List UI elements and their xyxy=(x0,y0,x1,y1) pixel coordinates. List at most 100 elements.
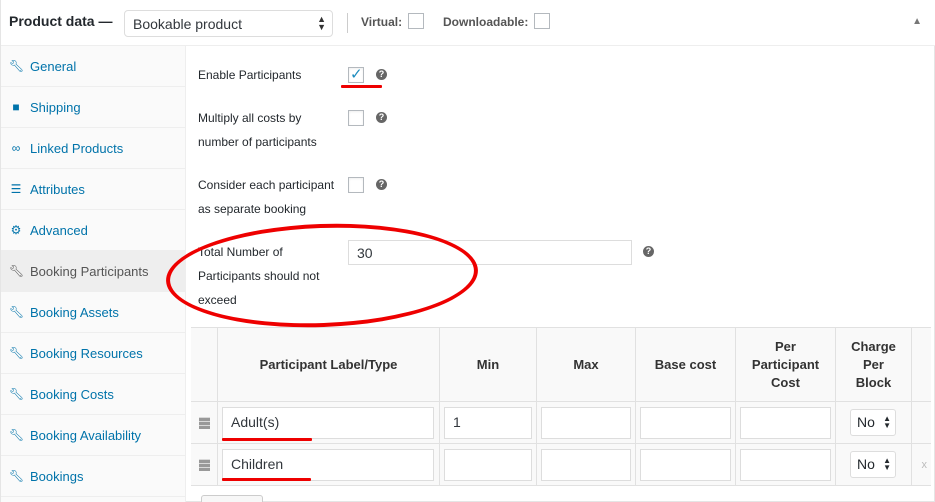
wrench-icon: 🔧︎ xyxy=(9,346,25,360)
header-per-participant-cost: Per Participant Cost xyxy=(736,338,835,392)
help-icon[interactable]: ? xyxy=(643,246,654,257)
tab-label: Booking Availability xyxy=(30,428,142,443)
min-cell: 1 xyxy=(439,402,536,443)
remove-cell xyxy=(911,402,931,443)
tab-label: Booking Participants xyxy=(30,264,149,279)
wrench-icon: 🔧︎ xyxy=(9,469,25,483)
remove-row-icon[interactable]: x xyxy=(922,459,928,471)
select-arrows-icon: ▲ ▼ xyxy=(883,456,891,472)
enable-participants-checkbox[interactable] xyxy=(348,65,364,83)
wrench-icon: 🔧︎ xyxy=(9,305,25,319)
wrench-icon: 🔧︎ xyxy=(9,59,25,73)
drag-handle-icon[interactable]: ▬ ▬ ▬ xyxy=(199,413,210,432)
max-input[interactable] xyxy=(541,449,631,481)
header-charge-per-block: Charge Per Block xyxy=(836,338,911,392)
base-cost-cell xyxy=(635,402,735,443)
tab-shipping[interactable]: ■ Shipping xyxy=(1,87,186,128)
tab-bookings[interactable]: 🔧︎ Bookings xyxy=(1,456,186,497)
tab-booking-participants[interactable]: 🔧︎ Booking Participants xyxy=(1,251,186,292)
min-input[interactable] xyxy=(444,449,532,481)
header-cell: Base cost xyxy=(635,328,735,401)
header-cell xyxy=(911,328,931,401)
virtual-checkbox[interactable] xyxy=(408,13,424,29)
product-data-panel: Product data — Bookable product ▲ ▼ Virtu… xyxy=(0,0,935,502)
drag-handle-icon[interactable]: ▬ ▬ ▬ xyxy=(199,455,210,474)
charge-value: No xyxy=(857,456,875,472)
per-participant-cost-input[interactable] xyxy=(740,407,831,439)
per-cost-cell xyxy=(735,444,835,485)
header-base-cost: Base cost xyxy=(654,356,717,372)
product-type-value: Bookable product xyxy=(133,16,242,32)
select-arrows-icon: ▲ ▼ xyxy=(883,414,891,430)
header-max: Max xyxy=(573,356,599,372)
header-cell: Per Participant Cost xyxy=(735,328,835,401)
per-participant-cost-input[interactable] xyxy=(740,449,831,481)
tab-booking-resources[interactable]: 🔧︎ Booking Resources xyxy=(1,333,186,374)
max-cell xyxy=(536,402,635,443)
link-icon: ∞ xyxy=(11,141,21,155)
participant-label-input[interactable]: Adult(s) xyxy=(222,407,434,439)
help-icon[interactable]: ? xyxy=(376,112,387,123)
tab-label: Booking Assets xyxy=(30,305,119,320)
max-input[interactable] xyxy=(541,407,631,439)
tab-booking-availability[interactable]: 🔧︎ Booking Availability xyxy=(1,415,186,456)
header-cell: Min xyxy=(439,328,536,401)
annotation-underline xyxy=(222,478,311,481)
product-data-header: Product data — Bookable product ▲ ▼ Virtu… xyxy=(1,0,935,46)
tab-label: General xyxy=(30,59,77,74)
max-cell xyxy=(536,444,635,485)
wrench-icon: 🔧︎ xyxy=(9,428,25,442)
downloadable-label: Downloadable: xyxy=(443,15,529,29)
add-participant-button[interactable] xyxy=(201,495,263,502)
multiply-costs-label-line2: number of participants xyxy=(198,135,317,149)
product-data-title: Product data — xyxy=(9,13,113,29)
collapse-arrow-icon[interactable]: ▲ xyxy=(912,16,922,27)
help-icon[interactable]: ? xyxy=(376,179,387,190)
wrench-icon: 🔧︎ xyxy=(9,264,25,278)
charge-per-block-select[interactable]: No ▲ ▼ xyxy=(850,409,896,436)
header-charge-line3: Block xyxy=(855,374,892,390)
label-cell: Adult(s) xyxy=(217,402,439,443)
base-cost-cell xyxy=(635,444,735,485)
header-charge-line1: Charge xyxy=(851,338,896,354)
tab-label: Bookings xyxy=(30,469,84,484)
multiply-costs-label-line1: Multiply all costs by xyxy=(198,111,302,125)
virtual-label: Virtual: xyxy=(361,15,403,29)
header-cell: Charge Per Block xyxy=(835,328,911,401)
gear-icon: ⚙ xyxy=(10,223,22,237)
separate-booking-checkbox[interactable] xyxy=(348,177,364,193)
separate-booking-label-line2: as separate booking xyxy=(198,202,307,216)
header-per-participant-line1: Per xyxy=(775,338,796,354)
tab-label: Advanced xyxy=(30,223,88,238)
charge-value: No xyxy=(857,414,875,430)
tab-label: Booking Costs xyxy=(30,387,114,402)
tab-advanced[interactable]: ⚙ Advanced xyxy=(1,210,186,251)
downloadable-checkbox[interactable] xyxy=(534,13,550,29)
tab-linked-products[interactable]: ∞ Linked Products xyxy=(1,128,186,169)
tab-booking-assets[interactable]: 🔧︎ Booking Assets xyxy=(1,292,186,333)
base-cost-input[interactable] xyxy=(640,407,731,439)
remove-cell: x xyxy=(911,444,931,485)
header-per-participant-line3: Cost xyxy=(771,374,800,390)
select-arrows-icon: ▲ ▼ xyxy=(317,14,326,32)
annotation-underline xyxy=(341,85,382,88)
min-input[interactable]: 1 xyxy=(444,407,532,439)
tab-attributes[interactable]: ☰ Attributes xyxy=(1,169,186,210)
help-icon[interactable]: ? xyxy=(376,69,387,80)
tab-general[interactable]: 🔧︎ General xyxy=(1,46,186,87)
header-label-type: Participant Label/Type xyxy=(259,356,398,372)
header-charge-line2: Per xyxy=(863,356,884,372)
charge-per-block-select[interactable]: No ▲ ▼ xyxy=(850,451,896,478)
base-cost-input[interactable] xyxy=(640,449,731,481)
annotation-underline xyxy=(222,438,312,441)
tab-booking-costs[interactable]: 🔧︎ Booking Costs xyxy=(1,374,186,415)
min-cell xyxy=(439,444,536,485)
separate-booking-label-line1: Consider each participant xyxy=(198,178,335,192)
table-header-row: Participant Label/Type Min Max Base cost… xyxy=(191,328,931,402)
per-cost-cell xyxy=(735,402,835,443)
multiply-costs-checkbox[interactable] xyxy=(348,110,364,126)
tab-label: Shipping xyxy=(30,100,81,115)
charge-cell: No ▲ ▼ xyxy=(835,402,911,443)
participant-label-input[interactable]: Children xyxy=(222,449,434,481)
product-type-select[interactable]: Bookable product ▲ ▼ xyxy=(124,10,333,37)
